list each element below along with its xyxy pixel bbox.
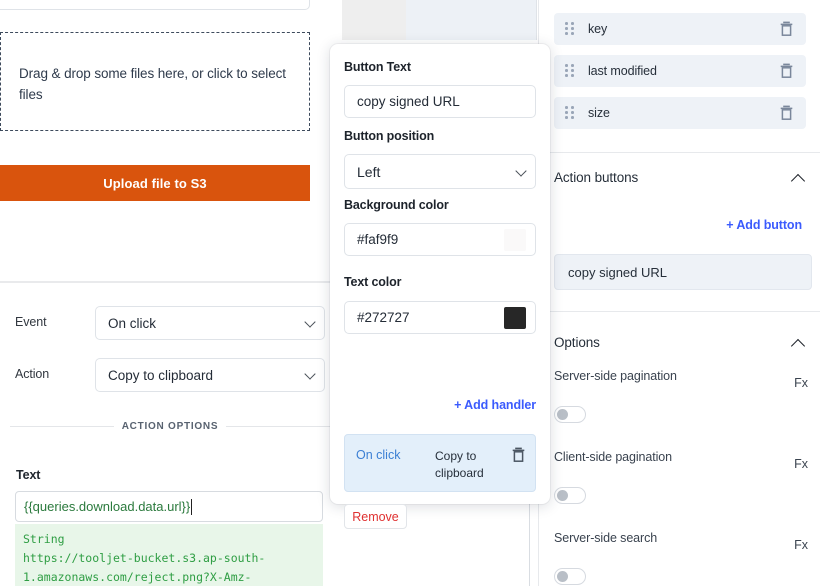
event-select-value: On click <box>108 316 156 331</box>
drag-handle-icon[interactable] <box>565 106 574 120</box>
drag-handle-icon[interactable] <box>565 64 574 78</box>
app-root: Drag & drop some files here, or click to… <box>0 0 820 586</box>
button-text-input[interactable]: copy signed URL <box>344 85 536 118</box>
action-options-label: ACTION OPTIONS <box>122 421 219 432</box>
chevron-down-icon <box>306 370 315 379</box>
event-label: Event <box>15 315 46 329</box>
toggle-knob <box>557 409 568 420</box>
remove-button[interactable]: Remove <box>344 504 407 529</box>
app-canvas: Drag & drop some files here, or click to… <box>0 0 340 282</box>
option-label-server-side-pagination: Server-side pagination <box>554 369 677 383</box>
background-color-value: #faf9f9 <box>357 232 398 247</box>
text-color-value: #272727 <box>357 310 410 325</box>
table-header-cell-b <box>406 0 536 40</box>
text-code-input[interactable]: {{queries.download.data.url}} <box>15 491 323 522</box>
action-buttons-section-title: Action buttons <box>554 170 638 185</box>
text-color-label: Text color <box>344 275 401 289</box>
action-label: Action <box>15 367 49 381</box>
fx-toggle-server-side-pagination[interactable]: Fx <box>794 376 808 390</box>
section-divider <box>539 311 820 312</box>
preview-type: String <box>23 530 315 549</box>
event-select[interactable]: On click <box>95 306 325 340</box>
toggle-server-side-pagination[interactable] <box>554 406 586 423</box>
file-dropzone-label: Drag & drop some files here, or click to… <box>19 63 289 105</box>
button-position-value: Left <box>357 164 380 180</box>
action-button-item[interactable]: copy signed URL <box>554 254 812 290</box>
chevron-up-icon[interactable] <box>791 173 807 183</box>
upload-file-to-s3-button[interactable]: Upload file to S3 <box>0 165 310 201</box>
fx-toggle-server-side-search[interactable]: Fx <box>794 538 808 552</box>
background-color-swatch[interactable] <box>504 229 526 251</box>
handler-action-label: Copy to clipboard <box>435 448 501 482</box>
toggle-client-side-pagination[interactable] <box>554 487 586 504</box>
action-select-value: Copy to clipboard <box>108 368 213 383</box>
trash-icon[interactable] <box>780 105 793 120</box>
canvas-text-input[interactable] <box>0 0 310 10</box>
event-row: Event <box>15 315 46 329</box>
fx-toggle-client-side-pagination[interactable]: Fx <box>794 457 808 471</box>
text-color-swatch[interactable] <box>504 307 526 329</box>
column-item-label: last modified <box>588 64 657 78</box>
divider-line-right <box>226 426 330 427</box>
add-handler-link[interactable]: + Add handler <box>454 398 536 412</box>
file-dropzone[interactable]: Drag & drop some files here, or click to… <box>0 32 310 131</box>
preview-value-line-2: 1.amazonaws.com/reject.png?X-Amz- <box>23 568 315 586</box>
table-header-cell-a <box>342 0 406 40</box>
column-item-last-modified[interactable]: last modified <box>554 55 806 87</box>
drag-handle-icon[interactable] <box>565 22 574 36</box>
action-select[interactable]: Copy to clipboard <box>95 358 325 392</box>
trash-icon[interactable] <box>512 447 525 462</box>
option-label-client-side-pagination: Client-side pagination <box>554 450 672 464</box>
trash-icon[interactable] <box>780 63 793 78</box>
toggle-server-side-search[interactable] <box>554 568 586 585</box>
toggle-knob <box>557 490 568 501</box>
trash-icon[interactable] <box>780 21 793 36</box>
background-color-label: Background color <box>344 198 449 212</box>
column-item-label: key <box>588 22 607 36</box>
text-field-label: Text <box>16 468 40 482</box>
text-color-input[interactable]: #272727 <box>344 301 536 334</box>
inspector-panel: key last modified <box>538 0 820 586</box>
button-position-label: Button position <box>344 129 434 143</box>
handler-event-label[interactable]: On click <box>356 448 400 462</box>
button-position-select[interactable]: Left <box>344 154 536 189</box>
add-button-link[interactable]: + Add button <box>726 218 802 232</box>
action-options-divider: ACTION OPTIONS <box>10 418 330 434</box>
section-divider <box>539 152 820 153</box>
button-text-label: Button Text <box>344 60 411 74</box>
text-preview-panel: String https://tooljet-bucket.s3.ap-sout… <box>15 524 323 586</box>
button-text-value: copy signed URL <box>357 94 460 109</box>
chevron-up-icon[interactable] <box>791 338 807 348</box>
preview-value-line-1: https://tooljet-bucket.s3.ap-south- <box>23 549 315 568</box>
chevron-down-icon <box>517 167 526 176</box>
event-handler-card[interactable]: On click Copy to clipboard <box>344 434 536 492</box>
text-code-value: {{queries.download.data.url}} <box>24 499 190 514</box>
column-item-size[interactable]: size <box>554 97 806 129</box>
column-item-key[interactable]: key <box>554 13 806 45</box>
toggle-knob <box>557 571 568 582</box>
center-strip-vertical-rule <box>529 500 530 586</box>
table-header-edge <box>536 0 537 40</box>
text-cursor <box>191 499 192 515</box>
button-settings-popover: Button Text copy signed URL Button posit… <box>330 44 550 504</box>
action-row: Action <box>15 367 49 381</box>
divider-line-left <box>10 426 114 427</box>
background-color-input[interactable]: #faf9f9 <box>344 223 536 256</box>
options-section-title: Options <box>554 335 600 350</box>
column-item-label: size <box>588 106 610 120</box>
option-label-server-side-search: Server-side search <box>554 531 657 545</box>
chevron-down-icon <box>306 318 315 327</box>
